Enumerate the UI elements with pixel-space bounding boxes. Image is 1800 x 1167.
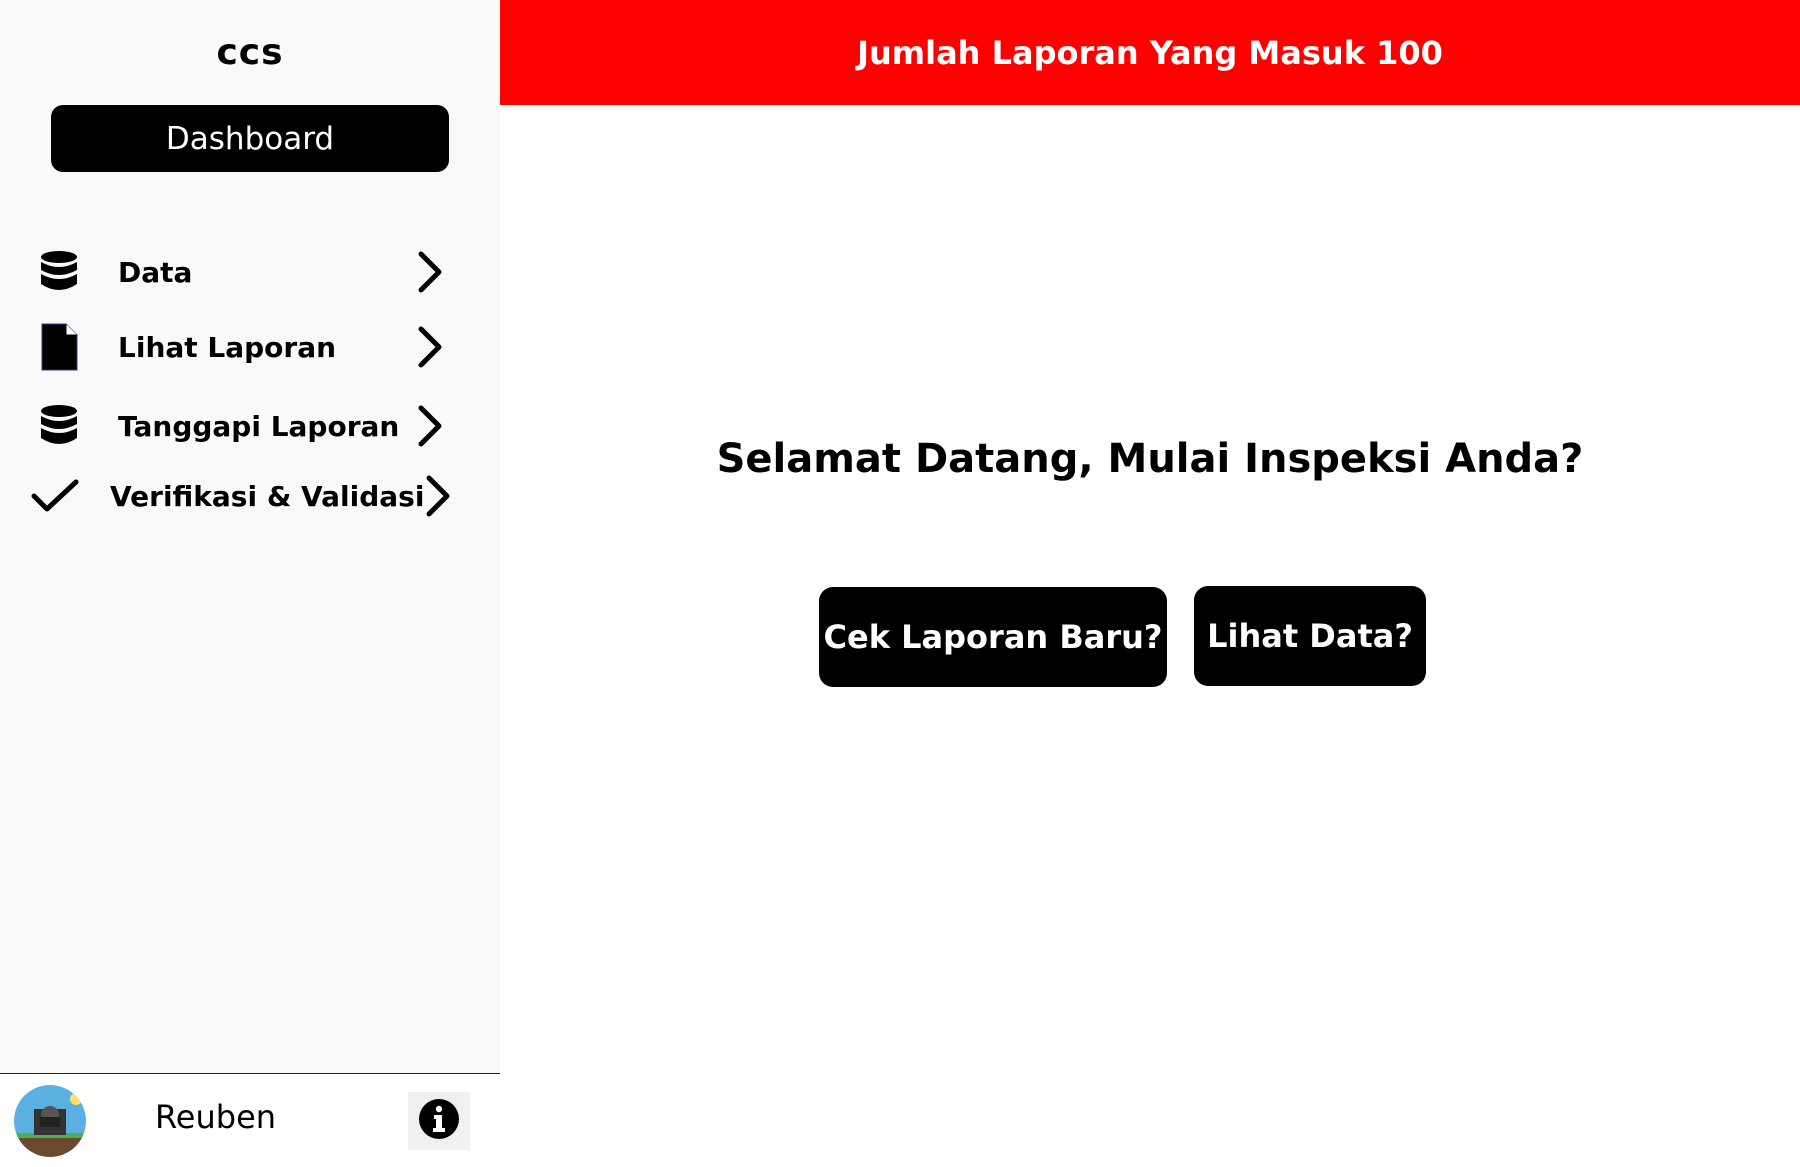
sidebar-item-label: Verifikasi & Validasi bbox=[110, 479, 425, 513]
sidebar-item-lihat-laporan[interactable]: Lihat Laporan bbox=[30, 317, 450, 377]
chevron-right-icon bbox=[410, 247, 450, 297]
report-count-banner: Jumlah Laporan Yang Masuk 100 bbox=[500, 0, 1800, 105]
database-icon bbox=[30, 243, 88, 301]
chevron-right-icon bbox=[410, 401, 450, 451]
avatar[interactable] bbox=[14, 1085, 86, 1157]
dashboard-button[interactable]: Dashboard bbox=[51, 105, 449, 172]
username: Reuben bbox=[155, 1098, 277, 1136]
checkmark-icon bbox=[30, 467, 80, 525]
sidebar-item-data[interactable]: Data bbox=[30, 242, 450, 302]
lihat-data-button[interactable]: Lihat Data? bbox=[1194, 586, 1426, 686]
user-footer: Reuben bbox=[0, 1073, 500, 1167]
sidebar: ccs Dashboard Data Lihat Laporan Tanggap… bbox=[0, 0, 500, 1167]
app-title: ccs bbox=[216, 32, 284, 73]
sidebar-item-tanggapi-laporan[interactable]: Tanggapi Laporan bbox=[30, 396, 450, 456]
info-icon bbox=[417, 1097, 461, 1145]
sidebar-item-label: Tanggapi Laporan bbox=[118, 409, 400, 443]
chevron-right-icon bbox=[410, 322, 450, 372]
chevron-right-icon bbox=[424, 471, 452, 521]
file-icon bbox=[30, 318, 88, 376]
sidebar-item-verifikasi-validasi[interactable]: Verifikasi & Validasi bbox=[30, 466, 450, 526]
sidebar-item-label: Lihat Laporan bbox=[118, 330, 337, 364]
welcome-heading: Selamat Datang, Mulai Inspeksi Anda? bbox=[716, 436, 1584, 482]
report-count-text: Jumlah Laporan Yang Masuk 100 bbox=[857, 33, 1443, 72]
database-icon bbox=[30, 397, 88, 455]
cek-laporan-baru-button[interactable]: Cek Laporan Baru? bbox=[819, 587, 1167, 687]
info-button[interactable] bbox=[408, 1092, 470, 1150]
sidebar-item-label: Data bbox=[118, 255, 193, 289]
